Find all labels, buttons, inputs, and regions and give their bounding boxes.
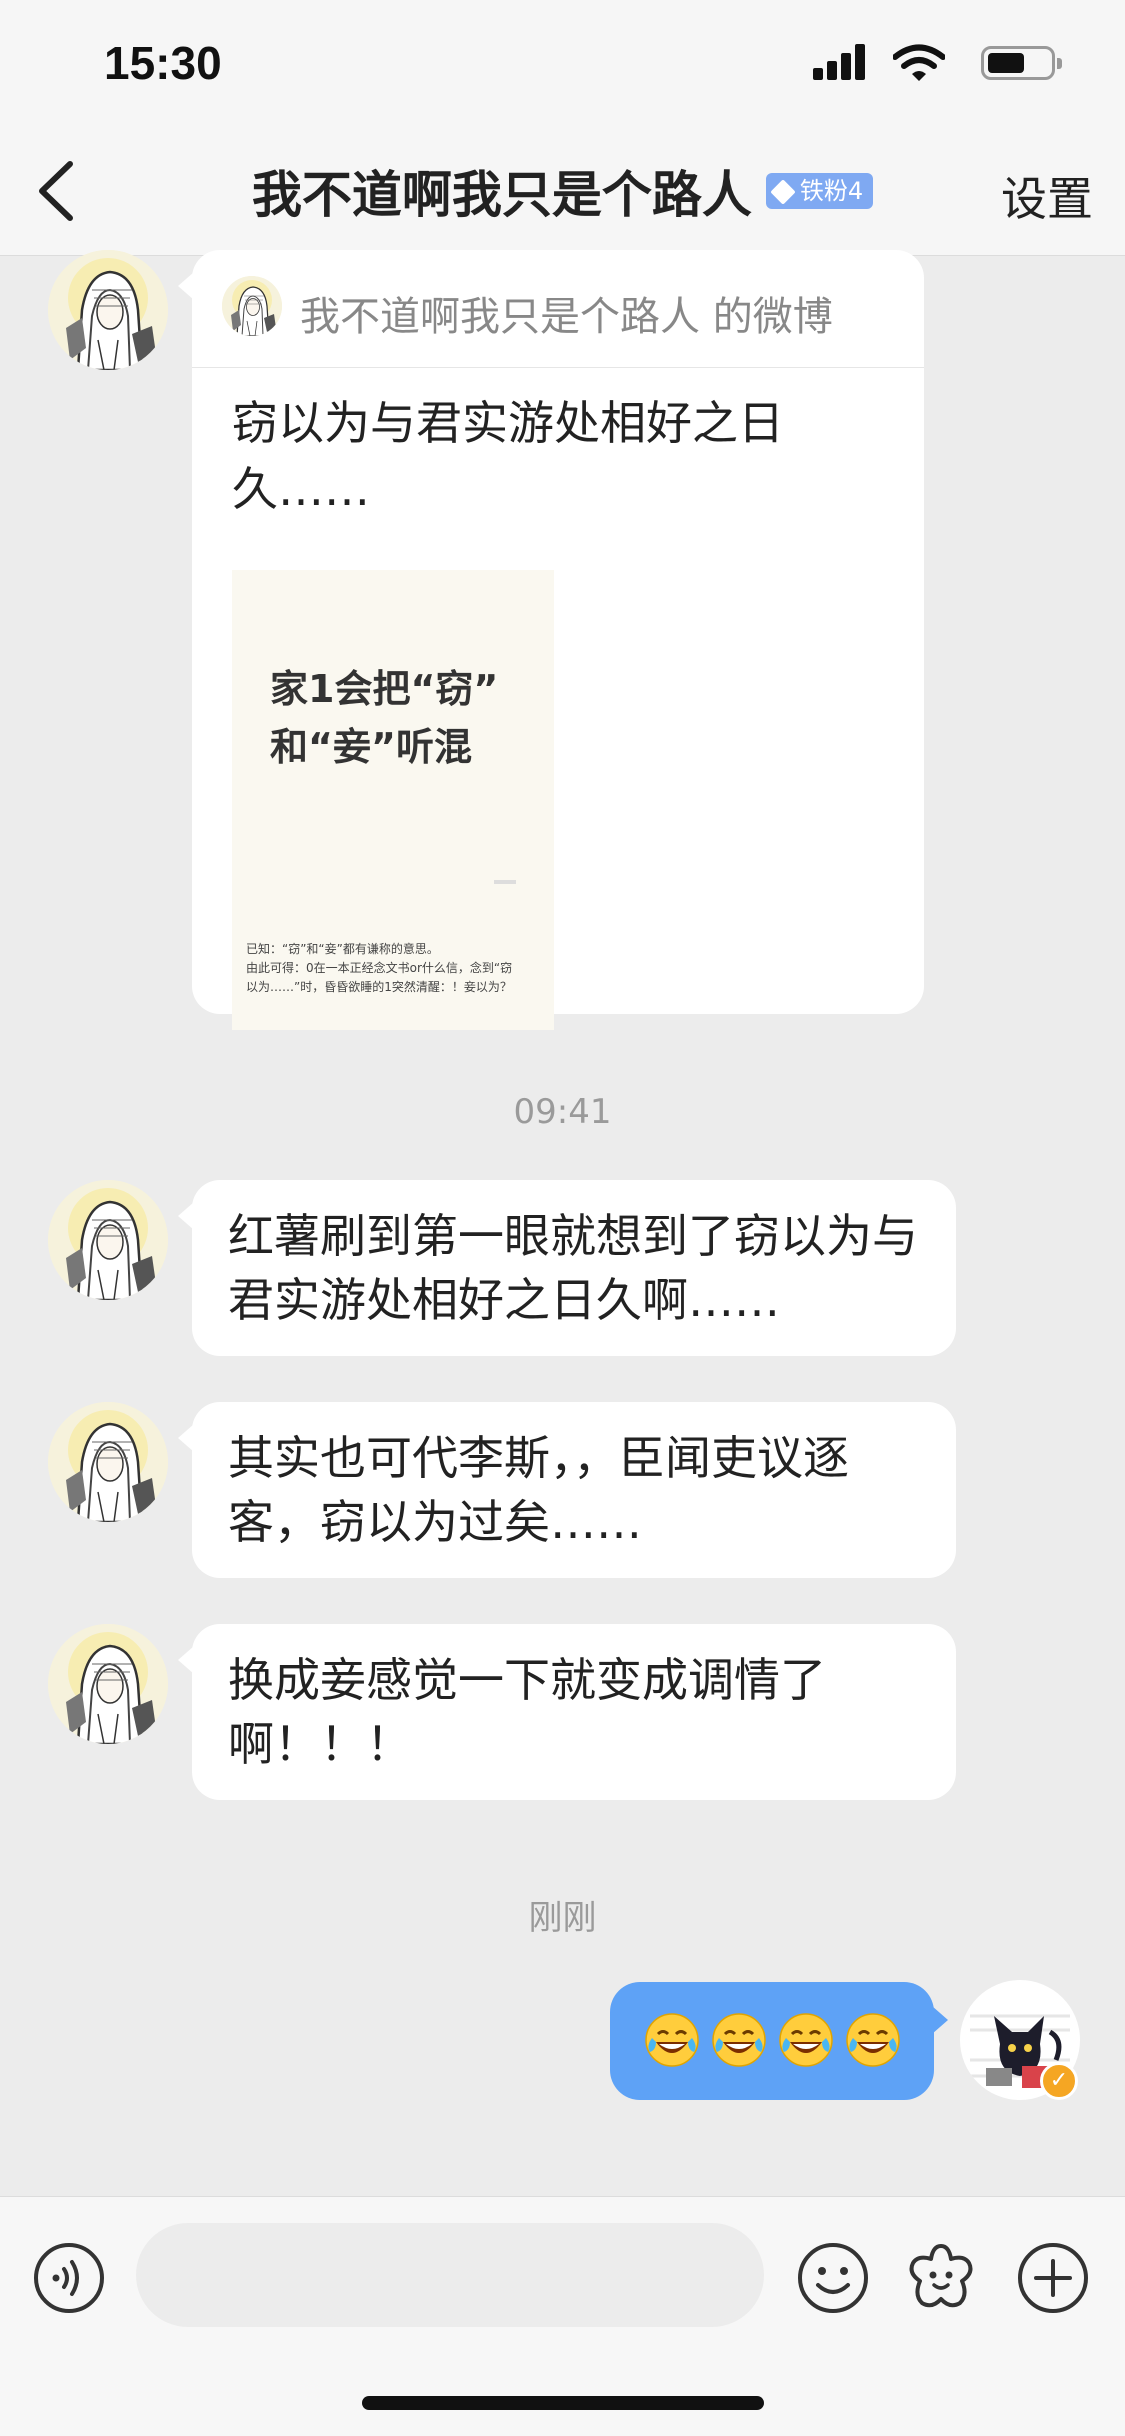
timestamp: 刚刚: [528, 1898, 597, 1938]
card-image-divider: [494, 880, 516, 884]
nav-title-wrap: 我不道啊我只是个路人 铁粉4: [0, 155, 1125, 227]
card-image[interactable]: 家1会把“窃” 和“妾”听混 已知：“窃”和“妾”都有谦称的意思。 由此可得：0…: [232, 570, 554, 1030]
contact-avatar[interactable]: [48, 250, 168, 370]
settings-button[interactable]: 设置: [1001, 163, 1093, 229]
voice-input-icon[interactable]: [32, 2241, 106, 2315]
tears-of-joy-icon: [644, 2012, 700, 2068]
sticker-icon[interactable]: [904, 2241, 978, 2315]
card-source-label: 我不道啊我只是个路人 的微博: [300, 294, 833, 340]
verified-badge-icon: ✓: [1040, 2062, 1078, 2100]
cellular-signal-icon: [813, 44, 865, 80]
top-bar: 15:30 我不道啊我只是个路人 铁粉4 设置: [0, 0, 1125, 256]
contact-avatar[interactable]: [48, 1402, 168, 1522]
battery-icon: [981, 46, 1062, 80]
wifi-icon: [893, 44, 945, 81]
tears-of-joy-icon: [845, 2012, 901, 2068]
contact-avatar[interactable]: [48, 1624, 168, 1744]
emoji-row: [644, 2012, 912, 2068]
message-bubble[interactable]: 红薯刷到第一眼就想到了窃以为与君实游处相好之日久啊……: [178, 1180, 956, 1356]
message-bubble[interactable]: 换成妾感觉一下就变成调情了啊！！！: [178, 1624, 956, 1800]
card-text: 窃以为与君实游处相好之日久……: [232, 396, 784, 516]
fan-badge: 铁粉4: [765, 173, 874, 209]
diamond-icon: [770, 179, 796, 205]
my-avatar-wrap[interactable]: ✓: [960, 1980, 1082, 2102]
home-indicator: [362, 2396, 764, 2410]
card-header: 我不道啊我只是个路人 的微博: [192, 250, 924, 368]
card-image-title: 家1会把“窃” 和“妾”听混: [270, 667, 499, 769]
status-time: 15:30: [104, 37, 222, 89]
my-message-bubble[interactable]: [610, 1982, 948, 2100]
message-bubble[interactable]: 其实也可代李斯，，臣闻吏议逐客，窃以为过矣……: [178, 1402, 956, 1578]
chat-title[interactable]: 我不道啊我只是个路人: [252, 155, 752, 227]
contact-avatar[interactable]: [48, 1180, 168, 1300]
card-image-caption: 已知：“窃”和“妾”都有谦称的意思。 由此可得：0在一本正经念文书or什么信，念…: [246, 942, 513, 994]
message-input[interactable]: [136, 2223, 764, 2327]
shared-weibo-card[interactable]: 我不道啊我只是个路人 的微博 窃以为与君实游处相好之日久…… 家1会把“窃” 和…: [178, 250, 924, 1030]
message-text: 其实也可代李斯，，臣闻吏议逐客，窃以为过矣……: [228, 1431, 849, 1549]
emoji-picker-icon[interactable]: [796, 2241, 870, 2315]
add-more-icon[interactable]: [1016, 2241, 1090, 2315]
message-text: 换成妾感觉一下就变成调情了啊！！！: [228, 1653, 826, 1771]
status-icons: [795, 44, 1062, 81]
timestamp: 09:41: [513, 1092, 612, 1132]
tears-of-joy-icon: [778, 2012, 834, 2068]
message-text: 红薯刷到第一眼就想到了窃以为与君实游处相好之日久啊……: [228, 1209, 918, 1327]
card-source-avatar: [222, 276, 282, 336]
tears-of-joy-icon: [711, 2012, 767, 2068]
fan-badge-label: 铁粉4: [799, 177, 864, 205]
